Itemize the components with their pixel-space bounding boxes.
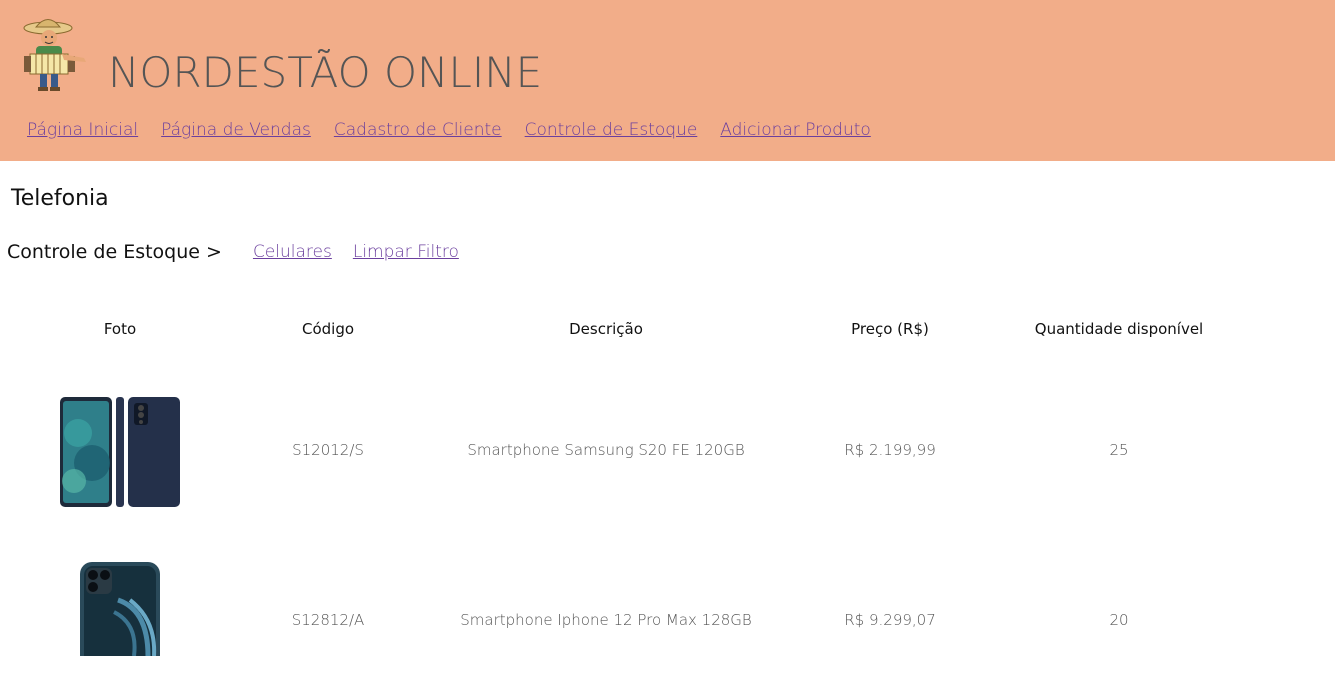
column-header-photo: Foto <box>103 320 137 338</box>
product-code: S12012/S <box>292 441 364 459</box>
column-header-description: Descrição <box>569 320 643 338</box>
product-description: Smartphone Samsung S20 FE 120GB <box>467 441 745 459</box>
table-header: Foto Código Descrição Preço (R$) Quantid… <box>0 316 1335 342</box>
breadcrumb-label: Controle de Estoque > <box>7 241 222 263</box>
table-row: S12812/A Smartphone Iphone 12 Pro Max 12… <box>0 555 1335 685</box>
nav-link-adicionar-produto[interactable]: Adicionar Produto <box>720 117 871 143</box>
site-title: NORDESTÃO ONLINE <box>108 48 543 97</box>
nav-link-pagina-de-vendas[interactable]: Página de Vendas <box>161 117 311 143</box>
site-header: NORDESTÃO ONLINE Página Inicial Página d… <box>0 0 1335 161</box>
column-header-quantity: Quantidade disponível <box>1034 320 1204 338</box>
iphone-image-icon <box>80 562 160 656</box>
column-header-price: Preço (R$) <box>851 320 929 338</box>
filter-link-limpar-filtro[interactable]: Limpar Filtro <box>353 238 459 266</box>
product-code: S12812/A <box>291 611 365 629</box>
main-nav: Página Inicial Página de Vendas Cadastro… <box>27 117 871 143</box>
filter-link-celulares[interactable]: Celulares <box>253 238 332 266</box>
product-price: R$ 9.299,07 <box>844 611 936 629</box>
nav-link-controle-de-estoque[interactable]: Controle de Estoque <box>525 117 698 143</box>
category-title: Telefonia <box>11 186 109 211</box>
product-price: R$ 2.199,99 <box>844 441 936 459</box>
table-row: S12012/S Smartphone Samsung S20 FE 120GB… <box>0 385 1335 515</box>
breadcrumb: Controle de Estoque > Celulares Limpar F… <box>7 238 459 266</box>
nav-link-cadastro-de-cliente[interactable]: Cadastro de Cliente <box>334 117 502 143</box>
samsung-phone-image-icon <box>60 397 180 507</box>
product-quantity: 20 <box>1109 611 1129 629</box>
column-header-code: Código <box>301 320 355 338</box>
product-quantity: 25 <box>1109 441 1129 459</box>
accordion-player-logo-icon <box>23 19 86 91</box>
nav-link-pagina-inicial[interactable]: Página Inicial <box>27 117 138 143</box>
product-description: Smartphone Iphone 12 Pro Max 128GB <box>460 611 752 629</box>
